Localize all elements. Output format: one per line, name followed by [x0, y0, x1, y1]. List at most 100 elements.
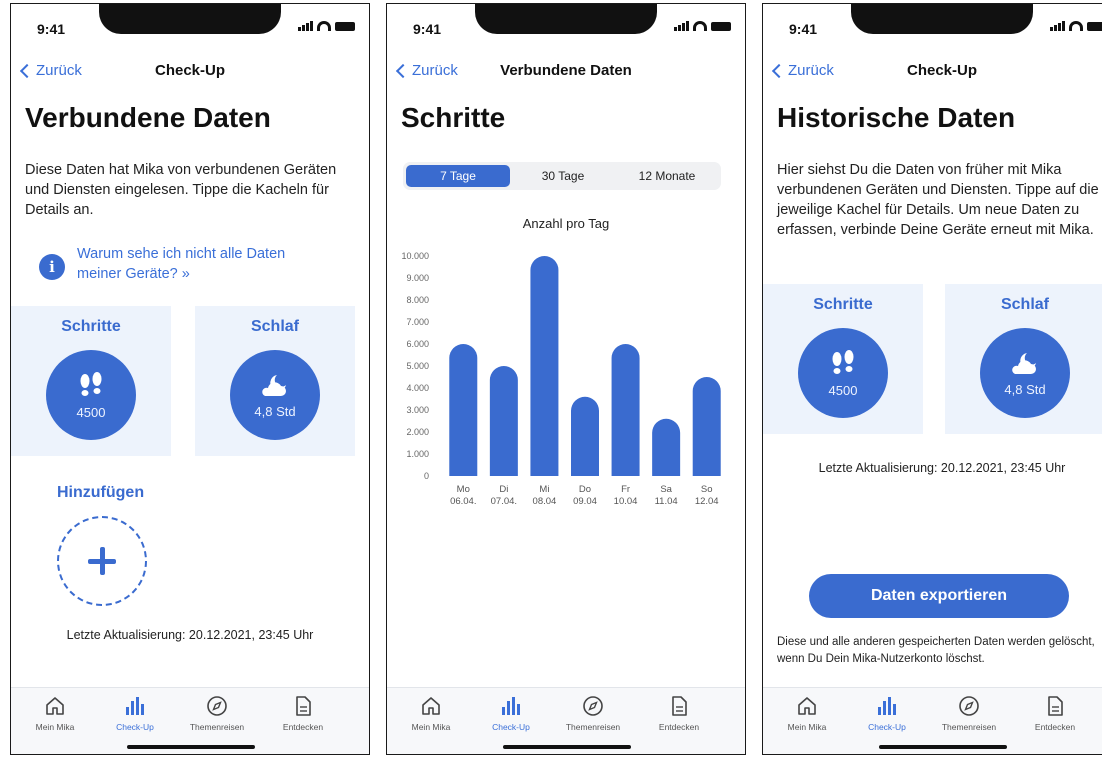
tab-mein-mika[interactable]: Mein Mika: [767, 692, 847, 732]
y-tick-label: 2.000: [406, 427, 429, 437]
x-tick-day: Mi: [539, 484, 549, 495]
signal-icon: [298, 21, 313, 31]
battery-icon: [711, 21, 731, 31]
signal-icon: [1050, 21, 1065, 31]
x-tick-date: 08.04: [533, 496, 557, 507]
y-tick-label: 9.000: [406, 273, 429, 283]
plus-icon-vertical: [99, 547, 105, 575]
tab-label: Themenreisen: [941, 722, 997, 732]
status-icons: [1050, 21, 1102, 31]
tab-check-up[interactable]: Check-Up: [95, 692, 175, 732]
y-tick-label: 0: [424, 471, 429, 481]
segment-30-days[interactable]: 30 Tage: [513, 165, 613, 187]
tab-label: Check-Up: [868, 722, 906, 732]
tab-check-up[interactable]: Check-Up: [471, 692, 551, 732]
x-tick-day: Do: [579, 484, 591, 495]
status-icons: [674, 21, 731, 31]
segment-7-days[interactable]: 7 Tage: [406, 165, 510, 187]
chart-bar[interactable]: [692, 377, 721, 476]
document-icon: [672, 696, 687, 716]
tab-mein-mika[interactable]: Mein Mika: [15, 692, 95, 732]
tile-circle: 4,8 Std: [980, 328, 1070, 418]
x-tick-day: Mo: [457, 484, 470, 495]
segment-12-months[interactable]: 12 Monate: [615, 165, 719, 187]
export-data-button[interactable]: Daten exportieren: [809, 574, 1069, 618]
y-tick-label: 4.000: [406, 383, 429, 393]
tab-themenreisen[interactable]: Themenreisen: [553, 692, 633, 732]
tab-entdecken[interactable]: Entdecken: [639, 692, 719, 732]
y-tick-label: 8.000: [406, 295, 429, 305]
page-title: Schritte: [401, 102, 506, 133]
x-tick-day: So: [701, 484, 713, 495]
tab-themenreisen[interactable]: Themenreisen: [177, 692, 257, 732]
nav-title: Check-Up: [154, 62, 225, 79]
nav-title: Verbundene Daten: [500, 62, 632, 79]
tab-bar: Mein Mika Check-Up Themenreisen Entdecke…: [11, 687, 369, 754]
tile-sleep[interactable]: Schlaf 4,8 Std: [945, 284, 1102, 434]
tile-value: 4500: [828, 382, 858, 398]
tab-bar: Mein Mika Check-Up Themenreisen Entdecke…: [387, 687, 745, 754]
tile-sleep[interactable]: Schlaf 4,8 Std: [195, 306, 355, 456]
page-title: Verbundene Daten: [25, 102, 271, 133]
x-tick-date: 07.04.: [491, 496, 517, 507]
document-icon: [1048, 696, 1063, 716]
tab-themenreisen[interactable]: Themenreisen: [929, 692, 1009, 732]
tile-value: 4500: [76, 404, 106, 420]
notch: [851, 4, 1033, 34]
moon-cloud-icon: [1012, 352, 1036, 374]
compass-icon: [207, 696, 227, 716]
tab-label: Themenreisen: [565, 722, 621, 732]
tab-entdecken[interactable]: Entdecken: [263, 692, 343, 732]
notch: [99, 4, 281, 34]
chart-bar[interactable]: [611, 344, 640, 476]
tab-bar: Mein Mika Check-Up Themenreisen Entdecke…: [763, 687, 1102, 754]
info-link[interactable]: Warum sehe ich nicht alle Daten meiner G…: [77, 244, 317, 284]
x-tick-day: Fr: [621, 484, 630, 495]
x-tick-day: Sa: [660, 484, 672, 495]
wifi-icon: [693, 21, 707, 31]
info-link-row[interactable]: i Warum sehe ich nicht alle Daten meiner…: [39, 244, 317, 284]
tab-label: Mein Mika: [787, 722, 827, 732]
battery-icon: [1087, 21, 1102, 31]
chart-bar[interactable]: [449, 344, 478, 476]
bar-chart-icon: [878, 697, 896, 715]
nav-bar: Zurück Verbundene Daten: [387, 56, 745, 84]
home-indicator: [503, 745, 631, 749]
tab-label: Mein Mika: [411, 722, 451, 732]
chart-bar[interactable]: [571, 396, 599, 476]
phone-screen-connected-data: 9:41 Zurück Check-Up Verbundene Daten Di…: [10, 3, 370, 755]
chart-title: Anzahl pro Tag: [522, 216, 610, 231]
status-bar: 9:41: [763, 4, 1102, 48]
tab-check-up[interactable]: Check-Up: [847, 692, 927, 732]
tab-entdecken[interactable]: Entdecken: [1015, 692, 1095, 732]
chart-bar[interactable]: [530, 256, 559, 476]
chart-bar[interactable]: [652, 418, 681, 476]
status-time: 9:41: [789, 21, 818, 37]
nav-title: Check-Up: [906, 62, 977, 79]
bar-chart-icon: [502, 697, 520, 715]
intro-text: Diese Daten hat Mika von verbundenen Ger…: [25, 162, 337, 218]
tab-label: Entdecken: [282, 722, 324, 732]
tab-label: Entdecken: [658, 722, 700, 732]
bar-chart-icon: [126, 697, 144, 715]
tile-circle: 4500: [798, 328, 888, 418]
chart-bar[interactable]: [489, 366, 518, 476]
x-tick-day: Di: [499, 484, 508, 495]
x-tick-date: 06.04.: [450, 496, 476, 507]
x-tick-date: 10.04: [614, 496, 638, 507]
tile-steps[interactable]: Schritte 4500: [763, 284, 923, 434]
home-indicator: [127, 745, 255, 749]
compass-icon: [583, 696, 603, 716]
status-icons: [298, 21, 355, 31]
phone-screen-steps: 9:41 Zurück Verbundene Daten Schritte 7 …: [386, 3, 746, 755]
status-bar: 9:41: [387, 4, 745, 48]
add-label: Hinzufügen: [57, 484, 145, 501]
tile-label: Schlaf: [1000, 296, 1049, 313]
page-title: Historische Daten: [777, 102, 1016, 133]
home-indicator: [879, 745, 1007, 749]
tile-steps[interactable]: Schritte 4500: [11, 306, 171, 456]
tab-label: Mein Mika: [35, 722, 75, 732]
add-button[interactable]: [57, 516, 147, 606]
tile-value: 4,8 Std: [254, 403, 296, 419]
tab-mein-mika[interactable]: Mein Mika: [391, 692, 471, 732]
